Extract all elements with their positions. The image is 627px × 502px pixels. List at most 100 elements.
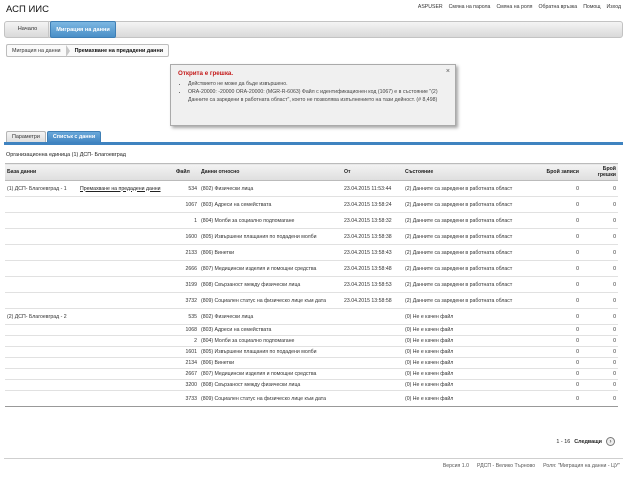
cell-db xyxy=(5,276,78,293)
remove-data-link[interactable]: Премахване на предадени данни xyxy=(78,180,174,197)
cell-from: 23.04.2015 13:58:43 xyxy=(342,244,403,261)
cell-data: (808) Свързаност между физически лица xyxy=(199,276,342,293)
cell-file: 1067 xyxy=(174,196,199,213)
cell-errors: 0 xyxy=(581,357,618,369)
cell-db xyxy=(5,228,78,245)
cell-db xyxy=(5,260,78,277)
error-dialog: × Открита е грешка. Действието не може д… xyxy=(170,64,456,126)
cell-state: (2) Данните са заредени в работната обла… xyxy=(403,260,542,277)
cell-records: 0 xyxy=(542,324,581,336)
cell-action xyxy=(78,368,174,380)
cell-db xyxy=(5,196,78,213)
cell-errors: 0 xyxy=(581,244,618,261)
cell-from: 23.04.2015 13:58:38 xyxy=(342,228,403,245)
cell-file: 2133 xyxy=(174,244,199,261)
table-row: 2134 (806) Винетки (0) Не е качен файл 0… xyxy=(5,357,618,369)
cell-errors: 0 xyxy=(581,308,618,325)
feedback-link[interactable]: Обратна връзка xyxy=(538,4,577,10)
cell-data: (806) Винетки xyxy=(199,244,342,261)
table-row: 3200 (808) Свързаност между физически ли… xyxy=(5,379,618,391)
user-link[interactable]: ASPUSER xyxy=(418,4,443,10)
org-unit-label: Организационна единица (1) ДСП- Благоевг… xyxy=(6,152,126,158)
col-file: Файл xyxy=(174,163,199,181)
page-range: 1 - 16 xyxy=(556,438,571,445)
cell-db xyxy=(5,390,78,407)
logout-link[interactable]: Изход xyxy=(607,4,621,10)
main-navbar: Начало Миграция на данни xyxy=(4,21,623,38)
cell-records: 0 xyxy=(542,212,581,229)
table-row: (2) ДСП- Благоевград - 2 535 (802) Физич… xyxy=(5,308,618,325)
role-label: Роля: "Миграция на данни - ЦУ" xyxy=(543,463,620,469)
cell-errors: 0 xyxy=(581,390,618,407)
nav-tab-data-migration[interactable]: Миграция на данни xyxy=(50,21,116,38)
header: АСП ИИС ASPUSER Смяна на парола Смяна на… xyxy=(0,0,627,40)
cell-data: (806) Винетки xyxy=(199,357,342,369)
next-page-link[interactable]: Следващи xyxy=(574,439,602,445)
cell-data: (802) Физически лица xyxy=(199,180,342,197)
cell-action xyxy=(78,390,174,407)
cell-file: 1601 xyxy=(174,346,199,358)
cell-from: 23.04.2015 13:58:58 xyxy=(342,292,403,309)
change-password-link[interactable]: Смяна на парола xyxy=(449,4,491,10)
cell-action xyxy=(78,324,174,336)
col-db: База данни xyxy=(5,163,174,181)
cell-errors: 0 xyxy=(581,292,618,309)
cell-state: (2) Данните са заредени в работната обла… xyxy=(403,276,542,293)
office-label: РДСП - Велико Търново xyxy=(477,463,536,469)
cell-data: (805) Извършени плащания по подадени мол… xyxy=(199,346,342,358)
cell-db xyxy=(5,324,78,336)
cell-state: (2) Данните са заредени в работната обла… xyxy=(403,292,542,309)
cell-state: (0) Не е качен файл xyxy=(403,324,542,336)
cell-from: 23.04.2015 11:53:44 xyxy=(342,180,403,197)
cell-db xyxy=(5,379,78,391)
cell-file: 3732 xyxy=(174,292,199,309)
cell-from: 23.04.2015 13:58:24 xyxy=(342,196,403,213)
top-links: ASPUSER Смяна на парола Смяна на роля Об… xyxy=(418,4,621,10)
data-table: База данни Файл Данни относно От Състоян… xyxy=(5,163,618,407)
cell-state: (0) Не е качен файл xyxy=(403,346,542,358)
table-row: 1601 (805) Извършени плащания по подаден… xyxy=(5,346,618,358)
cell-from: 23.04.2015 13:58:32 xyxy=(342,212,403,229)
col-records: Брой записи xyxy=(542,163,581,181)
cell-state: (2) Данните са заредени в работната обла… xyxy=(403,212,542,229)
breadcrumb: Миграция на данни Премахване на предаден… xyxy=(6,44,170,57)
cell-records: 0 xyxy=(542,228,581,245)
cell-action xyxy=(78,228,174,245)
nav-tab-home[interactable]: Начало xyxy=(7,21,49,38)
cell-records: 0 xyxy=(542,292,581,309)
cell-records: 0 xyxy=(542,180,581,197)
close-icon[interactable]: × xyxy=(446,68,450,75)
help-link[interactable]: Помощ xyxy=(583,4,600,10)
cell-action xyxy=(78,308,174,325)
cell-action xyxy=(78,379,174,391)
cell-records: 0 xyxy=(542,244,581,261)
table-row: 2133 (806) Винетки 23.04.2015 13:58:43 (… xyxy=(5,244,618,261)
cell-data: (805) Извършени плащания по подадени мол… xyxy=(199,228,342,245)
cell-errors: 0 xyxy=(581,324,618,336)
cell-state: (0) Не е качен файл xyxy=(403,308,542,325)
cell-data: (809) Социален статус на физическо лице … xyxy=(199,390,342,407)
cell-db: (1) ДСП- Благоевград - 1 xyxy=(5,180,78,197)
cell-errors: 0 xyxy=(581,346,618,358)
cell-state: (2) Данните са заредени в работната обла… xyxy=(403,180,542,197)
cell-db xyxy=(5,212,78,229)
cell-records: 0 xyxy=(542,276,581,293)
table-row: 3732 (809) Социален статус на физическо … xyxy=(5,292,618,309)
cell-file: 1600 xyxy=(174,228,199,245)
chevron-right-icon[interactable]: › xyxy=(606,437,615,446)
cell-file: 2667 xyxy=(174,368,199,380)
change-role-link[interactable]: Смяна на роля xyxy=(496,4,532,10)
cell-errors: 0 xyxy=(581,276,618,293)
cell-records: 0 xyxy=(542,308,581,325)
cell-errors: 0 xyxy=(581,368,618,380)
breadcrumb-data-migration[interactable]: Миграция на данни xyxy=(7,48,66,54)
cell-records: 0 xyxy=(542,357,581,369)
cell-state: (2) Данните са заредени в работната обла… xyxy=(403,196,542,213)
cell-action xyxy=(78,346,174,358)
cell-db xyxy=(5,244,78,261)
cell-from xyxy=(342,308,403,325)
cell-db xyxy=(5,292,78,309)
cell-errors: 0 xyxy=(581,335,618,347)
table-row: 3733 (809) Социален статус на физическо … xyxy=(5,390,618,407)
cell-state: (0) Не е качен файл xyxy=(403,335,542,347)
